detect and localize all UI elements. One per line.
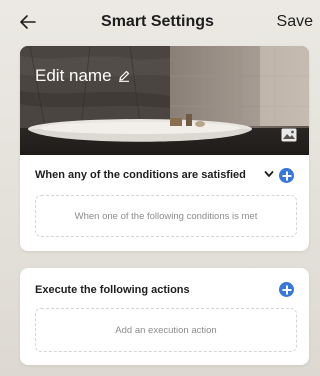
add-condition-placeholder[interactable]: When one of the following conditions is …: [35, 195, 297, 237]
bathroom-photo: [20, 46, 309, 155]
add-condition-placeholder-text: When one of the following conditions is …: [74, 210, 258, 222]
edit-name-button[interactable]: Edit name: [35, 66, 130, 86]
pencil-icon: [118, 70, 129, 82]
scene-name-label: Edit name: [35, 66, 112, 85]
conditions-section: When any of the conditions are satisfied…: [20, 155, 309, 251]
add-action-placeholder-text: Add an execution action: [115, 324, 217, 336]
actions-title: Execute the following actions: [35, 284, 190, 296]
add-condition-button[interactable]: [279, 168, 294, 183]
chevron-down-icon[interactable]: [264, 169, 274, 179]
save-button[interactable]: Save: [277, 13, 313, 31]
image-icon[interactable]: [281, 128, 297, 142]
smart-settings-page: Smart Settings Save Edit name When any o…: [0, 0, 315, 376]
conditions-title[interactable]: When any of the conditions are satisfied: [35, 169, 246, 181]
top-bar: Smart Settings Save: [0, 0, 315, 44]
scene-card: Edit name When any of the conditions are…: [20, 46, 309, 251]
add-action-button[interactable]: [279, 282, 294, 297]
add-action-placeholder[interactable]: Add an execution action: [35, 308, 297, 352]
page-title: Smart Settings: [101, 13, 214, 30]
actions-card: Execute the following actions Add an exe…: [20, 268, 309, 365]
scene-cover-image[interactable]: Edit name: [20, 46, 309, 155]
